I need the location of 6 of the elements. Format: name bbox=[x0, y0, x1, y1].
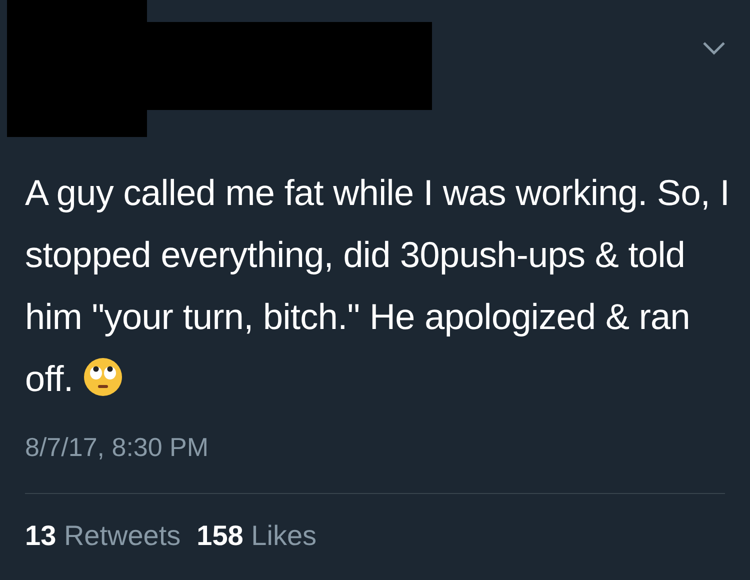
chevron-down-icon[interactable] bbox=[702, 40, 726, 56]
tweet-text: A guy called me fat while I was working. So, I stopped everything, did 30push-ups & told him "your turn, bitch." He apologized & ran off. bbox=[25, 171, 730, 401]
retweet-count[interactable]: 13 Retweets bbox=[25, 520, 181, 552]
tweet-timestamp: 8/7/17, 8:30 PM bbox=[25, 432, 210, 463]
like-count[interactable]: 158 Likes bbox=[196, 520, 317, 552]
rolling-eyes-emoji-icon bbox=[83, 357, 124, 397]
